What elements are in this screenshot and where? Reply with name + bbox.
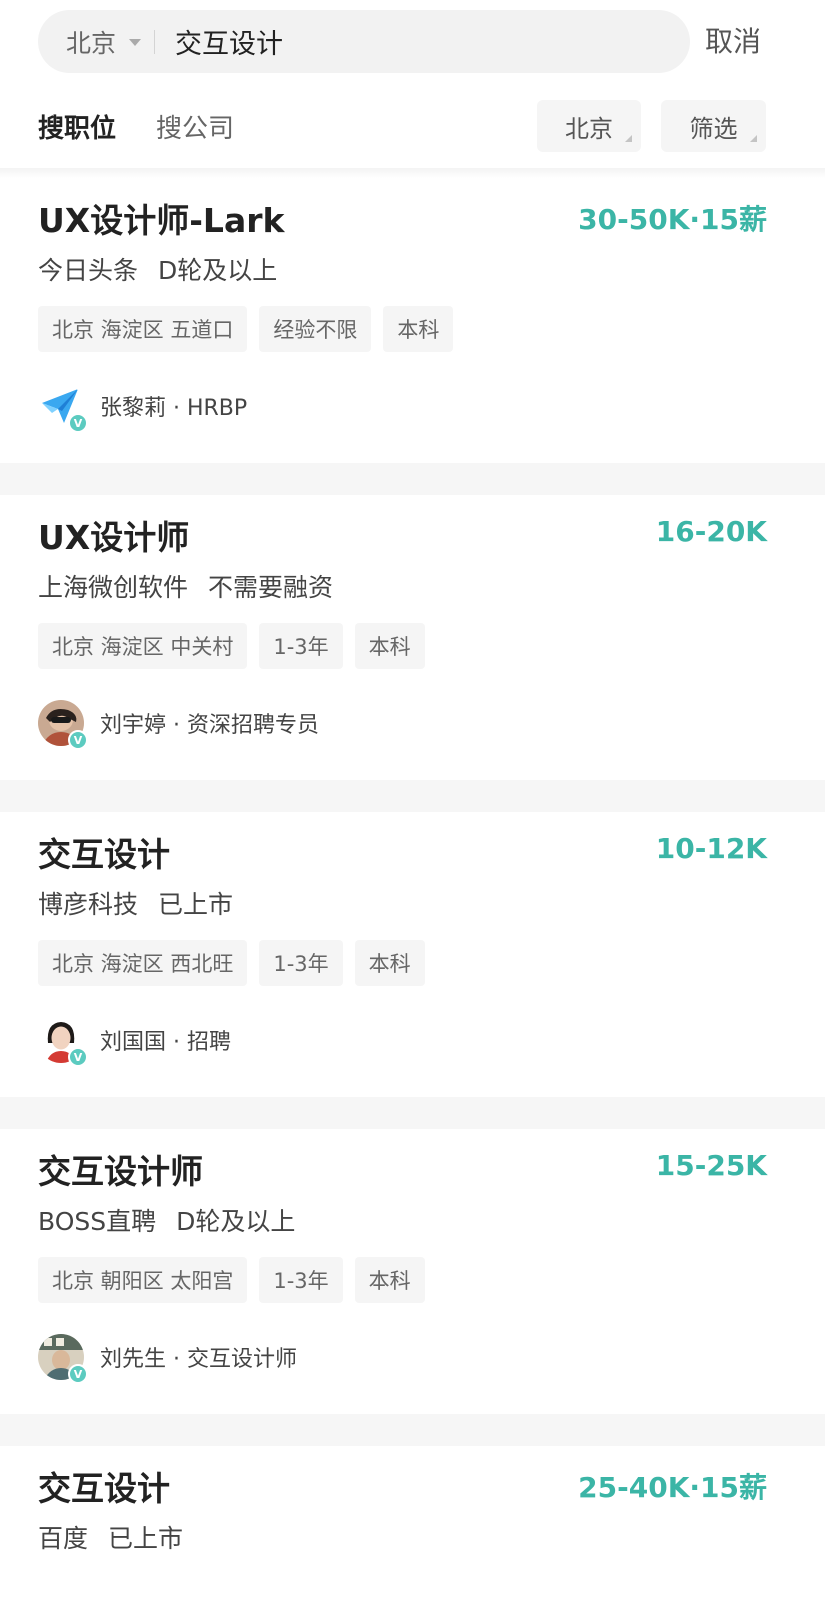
company-name: BOSS直聘 <box>38 1207 157 1236</box>
search-tabs: 搜职位 搜公司 <box>38 108 274 145</box>
location-tag: 北京 海淀区 五道口 <box>38 306 248 352</box>
search-input[interactable] <box>175 26 596 57</box>
company-name: 上海微创软件 <box>38 573 189 602</box>
header-shadow <box>0 168 825 178</box>
card-divider <box>0 1414 825 1446</box>
city-select[interactable]: 北京 <box>38 10 142 73</box>
avatar: V <box>38 1017 88 1067</box>
job-card[interactable]: UX设计师 16-20K 上海微创软件 不需要融资 北京 海淀区 中关村 1-3年… <box>0 495 825 780</box>
company-line: BOSS直聘 D轮及以上 <box>38 1202 295 1238</box>
experience-tag: 经验不限 <box>259 306 372 352</box>
tab-search-jobs[interactable]: 搜职位 <box>38 108 116 145</box>
job-tags: 北京 海淀区 西北旺 1-3年 本科 <box>38 940 437 986</box>
recruiter-name: 刘宇婷 · 资深招聘专员 <box>100 713 319 738</box>
experience-tag: 1-3年 <box>259 623 343 669</box>
card-divider <box>0 1097 825 1129</box>
verified-badge-icon: V <box>68 1364 88 1384</box>
verified-badge-icon: V <box>68 413 88 433</box>
job-title: 交互设计师 <box>38 1152 203 1191</box>
company-name: 今日头条 <box>38 256 139 285</box>
recruiter-info: V 张黎莉 · HRBP <box>38 383 248 433</box>
recruiter-info: V 刘先生 · 交互设计师 <box>38 1334 297 1384</box>
avatar: V <box>38 383 88 433</box>
experience-tag: 1-3年 <box>259 1257 343 1303</box>
company-name: 百度 <box>38 1524 89 1553</box>
location-tag: 北京 海淀区 中关村 <box>38 623 248 669</box>
job-salary: 15-25K <box>655 1149 767 1182</box>
job-card[interactable]: UX设计师-Lark 30-50K·15薪 今日头条 D轮及以上 北京 海淀区 五… <box>0 178 825 463</box>
company-stage: 已上市 <box>158 890 234 919</box>
job-tags: 北京 海淀区 中关村 1-3年 本科 <box>38 623 437 669</box>
job-tags: 北京 朝阳区 太阳宫 1-3年 本科 <box>38 1257 437 1303</box>
job-card[interactable]: 交互设计 10-12K 博彦科技 已上市 北京 海淀区 西北旺 1-3年 本科 V <box>0 812 825 1097</box>
company-stage: D轮及以上 <box>176 1207 296 1236</box>
job-title: UX设计师 <box>38 518 190 557</box>
education-tag: 本科 <box>383 306 454 352</box>
verified-badge-icon: V <box>68 730 88 750</box>
company-line: 百度 已上市 <box>38 1519 183 1555</box>
corner-triangle-icon <box>625 135 632 142</box>
job-list: UX设计师-Lark 30-50K·15薪 今日头条 D轮及以上 北京 海淀区 五… <box>0 178 825 1608</box>
company-line: 博彦科技 已上市 <box>38 885 233 921</box>
city-filter-label: 北京 <box>565 114 613 143</box>
city-select-label: 北京 <box>66 28 117 58</box>
corner-triangle-icon <box>750 135 757 142</box>
recruiter-info: V 刘国国 · 招聘 <box>38 1017 231 1067</box>
company-line: 今日头条 D轮及以上 <box>38 251 277 287</box>
job-salary: 10-12K <box>655 832 767 865</box>
tab-search-companies[interactable]: 搜公司 <box>156 108 234 145</box>
avatar: V <box>38 700 88 750</box>
education-tag: 本科 <box>354 623 425 669</box>
recruiter-name: 张黎莉 · HRBP <box>100 396 248 421</box>
city-filter-button[interactable]: 北京 <box>537 100 641 152</box>
location-tag: 北京 朝阳区 太阳宫 <box>38 1257 248 1303</box>
job-title: 交互设计 <box>38 835 170 874</box>
verified-badge-icon: V <box>68 1047 88 1067</box>
cancel-button[interactable]: 取消 <box>705 20 761 60</box>
location-tag: 北京 海淀区 西北旺 <box>38 940 248 986</box>
recruiter-info: V 刘宇婷 · 资深招聘专员 <box>38 700 319 750</box>
avatar: V <box>38 1334 88 1384</box>
card-divider <box>0 463 825 495</box>
job-title: UX设计师-Lark <box>38 201 285 240</box>
job-salary: 25-40K·15薪 <box>578 1471 767 1504</box>
company-stage: D轮及以上 <box>158 256 278 285</box>
caret-down-icon <box>129 39 142 46</box>
company-name: 博彦科技 <box>38 890 139 919</box>
job-salary: 30-50K·15薪 <box>578 203 767 236</box>
job-title: 交互设计 <box>38 1469 170 1508</box>
card-divider <box>0 780 825 812</box>
job-tags: 北京 海淀区 五道口 经验不限 本科 <box>38 306 465 352</box>
recruiter-name: 刘先生 · 交互设计师 <box>100 1347 297 1372</box>
job-card[interactable]: 交互设计 25-40K·15薪 百度 已上市 <box>0 1446 825 1608</box>
filter-label: 筛选 <box>689 114 738 143</box>
job-card[interactable]: 交互设计师 15-25K BOSS直聘 D轮及以上 北京 朝阳区 太阳宫 1-3年… <box>0 1129 825 1414</box>
job-salary: 16-20K <box>655 515 767 548</box>
search-bar[interactable]: 北京 <box>38 10 690 73</box>
company-stage: 已上市 <box>108 1524 184 1553</box>
experience-tag: 1-3年 <box>259 940 343 986</box>
recruiter-name: 刘国国 · 招聘 <box>100 1030 231 1055</box>
filter-button[interactable]: 筛选 <box>661 100 766 152</box>
education-tag: 本科 <box>354 940 425 986</box>
education-tag: 本科 <box>354 1257 425 1303</box>
company-line: 上海微创软件 不需要融资 <box>38 568 333 604</box>
company-stage: 不需要融资 <box>208 573 334 602</box>
search-divider <box>154 29 156 54</box>
